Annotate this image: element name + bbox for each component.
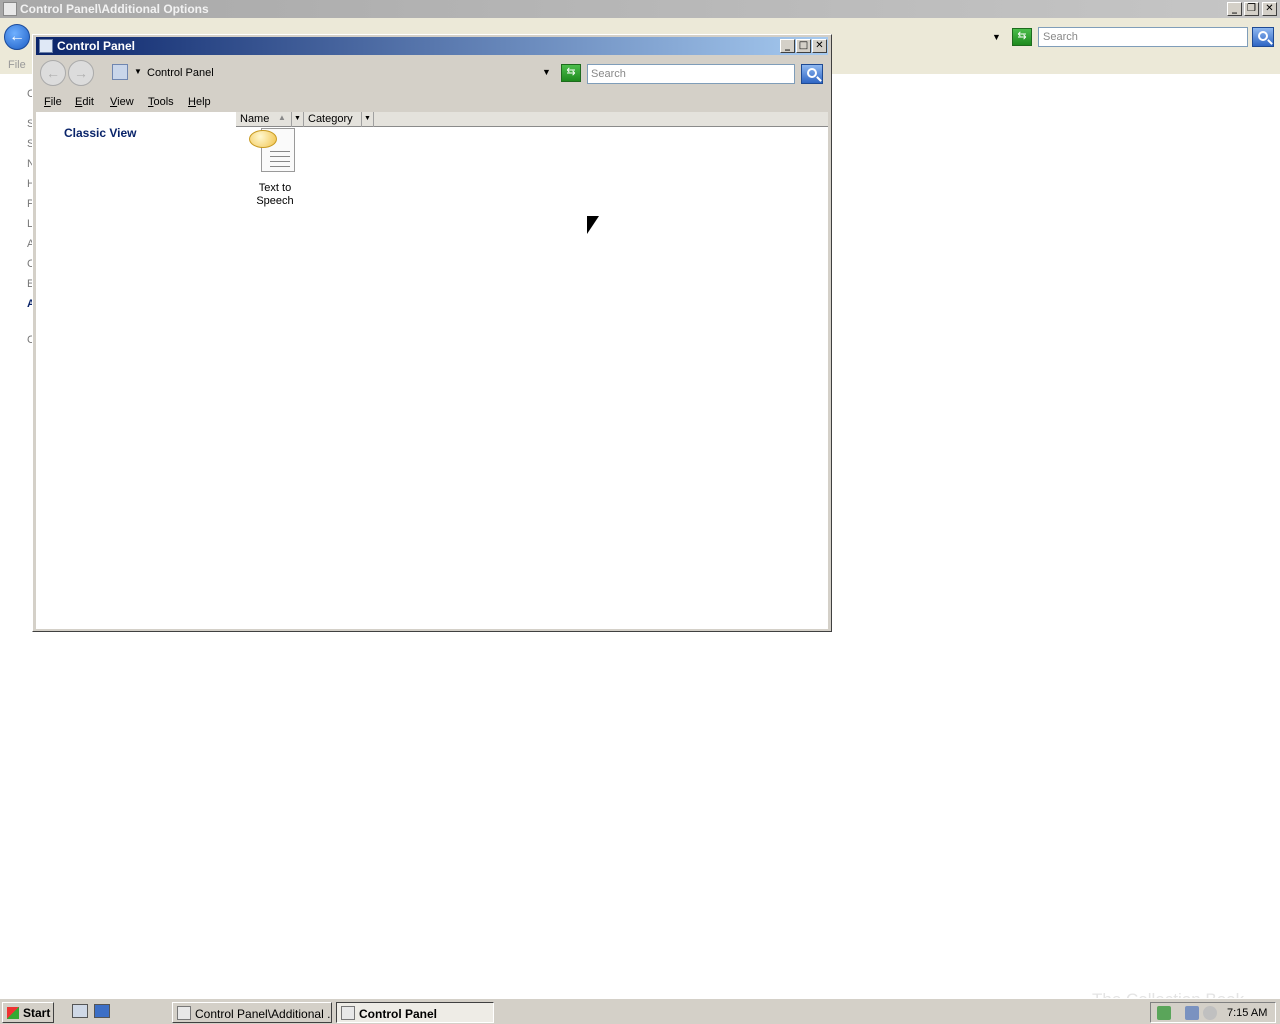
chevron-down-icon[interactable]: ▼: [134, 67, 142, 76]
maximize-button[interactable]: □: [796, 39, 811, 53]
close-button[interactable]: ✕: [1262, 2, 1277, 16]
navigation-bar: ← → ▼ Control Panel ▼ ⇆ Search: [36, 56, 828, 90]
search-icon: [1258, 31, 1268, 41]
minimize-button[interactable]: _: [780, 39, 795, 53]
taskbar-button-additional-options[interactable]: Control Panel\Additional ...: [172, 1002, 332, 1023]
classic-view-link[interactable]: Classic View: [64, 126, 137, 140]
background-window-title: Control Panel\Additional Options: [20, 2, 209, 16]
task-label: Control Panel\Additional ...: [195, 1007, 332, 1021]
mouse-cursor-icon: [587, 216, 599, 234]
clock[interactable]: 7:15 AM: [1227, 1007, 1267, 1019]
search-button[interactable]: [801, 64, 823, 84]
menu-help[interactable]: Help: [188, 96, 211, 108]
minimize-button[interactable]: _: [1227, 2, 1242, 16]
menu-edit[interactable]: Edit: [75, 96, 94, 108]
window-title: Control Panel: [57, 39, 136, 53]
content-area: Classic View Name ▲ ▼ Category ▼ Text to…: [36, 112, 828, 629]
column-category-filter[interactable]: ▼: [362, 112, 374, 127]
column-name-filter[interactable]: ▼: [292, 112, 304, 127]
search-icon: [807, 68, 817, 78]
task-label: Control Panel: [359, 1007, 438, 1021]
security-shield-icon[interactable]: [1157, 1006, 1171, 1020]
menu-tools[interactable]: Tools: [148, 96, 174, 108]
start-button[interactable]: Start: [2, 1002, 54, 1023]
back-button[interactable]: ←: [40, 60, 66, 86]
refresh-button[interactable]: ⇆: [561, 64, 581, 82]
speech-bubble-icon: [249, 130, 277, 148]
background-window-titlebar[interactable]: Control Panel\Additional Options _ ❐ ✕: [0, 0, 1280, 18]
start-label: Start: [23, 1006, 51, 1020]
menu-view[interactable]: View: [110, 96, 134, 108]
control-panel-icon: [3, 2, 17, 16]
control-panel-icon: [112, 64, 128, 80]
show-desktop-icon[interactable]: [94, 1004, 110, 1018]
menu-file[interactable]: File: [8, 59, 26, 71]
back-button[interactable]: ←: [4, 24, 30, 50]
network-icon[interactable]: [72, 1004, 88, 1018]
windows-logo-icon: [7, 1007, 19, 1019]
search-input[interactable]: Search: [587, 64, 795, 84]
background-search-input[interactable]: Search: [1038, 27, 1248, 47]
taskbar: Start Control Panel\Additional ... Contr…: [0, 998, 1280, 1024]
address-dropdown-button[interactable]: ▼: [542, 67, 551, 77]
window-titlebar[interactable]: Control Panel _ □ ✕: [36, 37, 828, 55]
column-header: Name ▲ ▼ Category ▼: [236, 112, 828, 127]
menu-file[interactable]: File: [44, 96, 62, 108]
control-panel-icon: [39, 39, 53, 53]
network-status-icon[interactable]: [1185, 1006, 1199, 1020]
sort-ascending-icon: ▲: [278, 113, 286, 122]
taskbar-button-control-panel[interactable]: Control Panel: [336, 1002, 494, 1023]
column-category[interactable]: Category: [304, 112, 362, 127]
volume-muted-icon[interactable]: [1203, 1006, 1217, 1020]
address-bar[interactable]: Control Panel: [147, 67, 214, 79]
item-label: Text to Speech: [256, 182, 294, 207]
chevron-down-icon[interactable]: ▼: [992, 32, 1001, 42]
search-button[interactable]: [1252, 27, 1274, 47]
refresh-button[interactable]: ⇆: [1012, 28, 1032, 46]
close-button[interactable]: ✕: [812, 39, 827, 53]
menu-bar: File Edit View Tools Help: [36, 92, 828, 112]
system-tray: 7:15 AM: [1150, 1002, 1276, 1023]
control-panel-icon: [177, 1006, 191, 1020]
restore-button[interactable]: ❐: [1244, 2, 1259, 16]
forward-button[interactable]: →: [68, 60, 94, 86]
control-panel-icon: [341, 1006, 355, 1020]
control-panel-window: Control Panel _ □ ✕ ← → ▼ Control Panel …: [32, 34, 832, 632]
